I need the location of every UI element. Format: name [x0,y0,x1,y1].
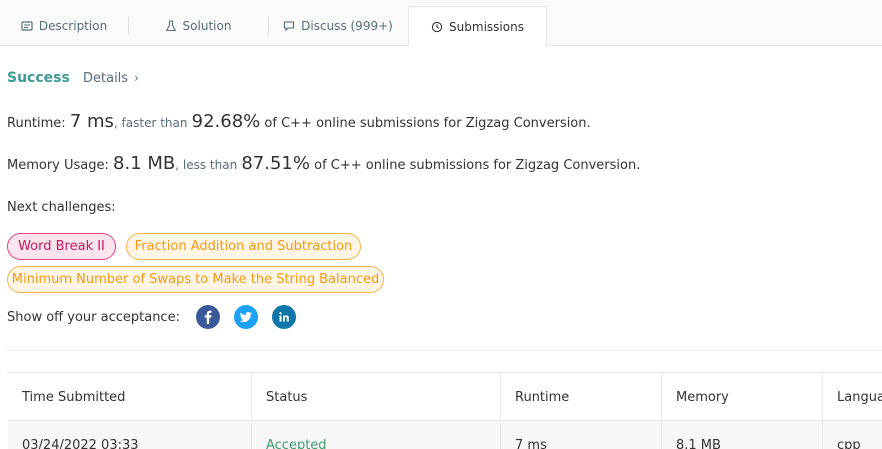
tab-solution[interactable]: Solution [128,6,268,46]
cell-time-submitted: 03/24/2022 03:33 [8,421,252,449]
submissions-table: Time Submitted Status Runtime Memory Lan… [7,372,882,449]
details-label: Details [83,71,129,86]
tab-description-label: Description [38,19,108,33]
runtime-label: Runtime: [7,116,66,131]
comment-icon [283,20,295,32]
twitter-icon[interactable] [234,305,258,329]
facebook-icon[interactable] [196,305,220,329]
challenge-fraction-addition[interactable]: Fraction Addition and Subtraction [126,233,361,260]
chevron-right-icon: › [134,71,139,85]
header-time-submitted[interactable]: Time Submitted [8,373,252,421]
runtime-value: 7 ms [69,111,114,132]
status-accepted-link[interactable]: Accepted [252,421,501,449]
tab-discuss-label: Discuss (999+) [301,19,393,33]
table-header-row: Time Submitted Status Runtime Memory Lan… [8,373,882,421]
linkedin-icon[interactable] [272,305,296,329]
table-row: 03/24/2022 03:33 Accepted 7 ms 8.1 MB cp… [8,421,882,449]
description-icon [21,20,33,32]
header-memory[interactable]: Memory [662,373,823,421]
challenge-word-break-ii[interactable]: Word Break II [7,233,116,260]
memory-comparison: , less than [175,158,238,172]
memory-line: Memory Usage: 8.1 MB, less than 87.51% o… [7,153,640,174]
runtime-comparison: , faster than [113,116,188,130]
memory-value: 8.1 MB [113,153,176,174]
header-status[interactable]: Status [252,373,501,421]
memory-percent: 87.51% [241,153,310,174]
cell-language: cpp [837,437,861,449]
tab-solution-label: Solution [182,19,232,33]
next-challenges-label: Next challenges: [7,200,116,215]
header-language[interactable]: Langua [823,373,882,421]
flask-icon [165,20,177,32]
tab-submissions[interactable]: Submissions [408,6,547,47]
challenge-min-swaps[interactable]: Minimum Number of Swaps to Make the Stri… [7,266,384,293]
share-label: Show off your acceptance: [7,310,180,325]
tab-submissions-label: Submissions [449,19,524,34]
runtime-suffix: of C++ online submissions for Zigzag Con… [264,116,591,131]
cell-memory: 8.1 MB [662,421,823,449]
memory-label: Memory Usage: [7,158,109,173]
tab-discuss[interactable]: Discuss (999+) [268,6,408,46]
section-divider [7,350,882,351]
header-runtime[interactable]: Runtime [501,373,662,421]
clock-icon [431,21,443,33]
tab-bar: Description Solution Discuss (999+) Subm… [0,0,882,47]
tab-description[interactable]: Description [0,6,128,46]
runtime-line: Runtime: 7 ms, faster than 92.68% of C++… [7,111,591,132]
result-status: Success [7,70,70,86]
cell-runtime: 7 ms [501,421,662,449]
memory-suffix: of C++ online submissions for Zigzag Con… [314,158,641,173]
runtime-percent: 92.68% [191,111,261,132]
details-link[interactable]: Details › [83,71,139,86]
